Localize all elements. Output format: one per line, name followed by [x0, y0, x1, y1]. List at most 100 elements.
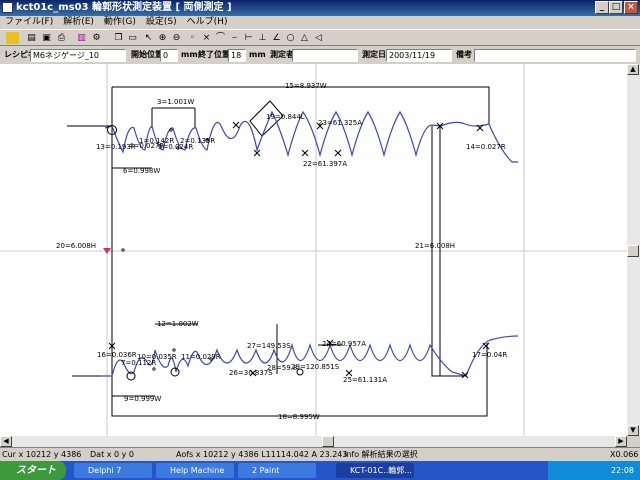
- scroll-left-icon[interactable]: ◀: [0, 436, 12, 447]
- label-3[interactable]: 3=1.001W: [157, 98, 194, 106]
- folder-icon[interactable]: ▤: [25, 32, 38, 44]
- status-info: Info 解析結果の選択: [344, 450, 418, 459]
- angle-icon[interactable]: ∠: [270, 32, 283, 44]
- label-12[interactable]: 12=1.002W: [157, 320, 199, 328]
- point-icon[interactable]: ◦: [186, 32, 199, 44]
- menu-file[interactable]: ファイル(F): [0, 16, 58, 29]
- maximize-button[interactable]: □: [609, 1, 623, 14]
- task-help-machine[interactable]: Help Machine: [156, 463, 234, 478]
- label-29[interactable]: 29=120.851S: [291, 363, 340, 371]
- label-11[interactable]: 11=0.029R: [181, 353, 221, 361]
- copy-icon[interactable]: ❐: [112, 32, 125, 44]
- menu-help[interactable]: ヘルプ(H): [182, 16, 233, 29]
- toolbar: ▤ ▣ ⎙ ▥ ⚙ ❐ ▭ ↖ ⊕ ⊖ ◦ × ⌒ ⌣ ⊢ ⊥ ∠ ○ △ ◁: [0, 29, 640, 46]
- point-e: [172, 348, 176, 352]
- label-9[interactable]: 9=0.999W: [124, 395, 161, 403]
- note-label: 備考: [456, 50, 472, 59]
- print-icon[interactable]: ⎙: [55, 32, 68, 44]
- status-zoom: X0.066: [610, 450, 639, 459]
- valley-icon[interactable]: ⌣: [228, 32, 241, 44]
- operator-field[interactable]: [292, 49, 358, 62]
- circle-icon[interactable]: ○: [284, 32, 297, 44]
- label-26[interactable]: 26=30.837S: [229, 369, 273, 377]
- status-cur: Cur x 10212 y 4386: [2, 450, 82, 459]
- vertical-scrollbar[interactable]: ▲ ▼: [627, 64, 640, 436]
- menu-settings[interactable]: 設定(S): [141, 16, 182, 29]
- label-7[interactable]: 7=0.112R: [121, 359, 156, 367]
- label-24[interactable]: 24=60.957A: [322, 340, 366, 348]
- cross-icon[interactable]: ×: [200, 32, 213, 44]
- cross-marker-5: [334, 149, 342, 157]
- label-18[interactable]: 18=8.995W: [278, 413, 320, 421]
- task-kct01c[interactable]: KCT-01C..輪郭...: [336, 463, 414, 478]
- chart-icon[interactable]: ▥: [75, 32, 88, 44]
- status-dat: Dat x 0 y 0: [90, 450, 135, 459]
- label-17[interactable]: 17=0.04R: [472, 351, 507, 359]
- horizontal-scrollbar[interactable]: ◀ ▶: [0, 436, 627, 447]
- label-19[interactable]: 19=0.844L: [266, 113, 305, 121]
- cross-marker-4: [301, 149, 309, 157]
- start-icon[interactable]: [6, 32, 19, 44]
- back-icon[interactable]: ◁: [312, 32, 325, 44]
- end-field[interactable]: 18: [228, 49, 246, 62]
- label-25[interactable]: 25=61.131A: [343, 376, 387, 384]
- paste-icon[interactable]: ▭: [126, 32, 139, 44]
- height-icon[interactable]: ⊥: [256, 32, 269, 44]
- start-unit: mm: [181, 50, 198, 59]
- zoom-out-icon[interactable]: ⊖: [170, 32, 183, 44]
- save-icon[interactable]: ▣: [40, 32, 53, 44]
- start-button[interactable]: スタート: [0, 461, 66, 480]
- point-a: [121, 248, 125, 252]
- label-21[interactable]: 21=6.008H: [415, 242, 455, 250]
- label-5[interactable]: 5=0.024R: [158, 143, 193, 151]
- task-delphi[interactable]: Delphi 7: [74, 463, 152, 478]
- scroll-right-icon[interactable]: ▶: [615, 436, 627, 447]
- cross-marker-1: [232, 121, 240, 129]
- scroll-thumb-v[interactable]: [627, 245, 639, 257]
- scroll-thumb-h[interactable]: [322, 436, 334, 447]
- point-b: [169, 128, 173, 132]
- label-23[interactable]: 23=61.325A: [318, 119, 362, 127]
- width-icon[interactable]: ⊢: [242, 32, 255, 44]
- label-22[interactable]: 22=61.397A: [303, 160, 347, 168]
- menu-operation[interactable]: 動作(G): [99, 16, 141, 29]
- end-unit: mm: [249, 50, 266, 59]
- arc-icon[interactable]: ⌒: [214, 32, 227, 44]
- label-27[interactable]: 27=149.53S: [247, 342, 291, 350]
- operator-label: 測定者: [270, 50, 294, 59]
- label-16[interactable]: 16=0.036R: [97, 351, 137, 359]
- cross-marker-13: [482, 342, 490, 350]
- scroll-up-icon[interactable]: ▲: [627, 64, 639, 75]
- system-tray: 22:08: [548, 461, 640, 480]
- label-14[interactable]: 14=0.027R: [466, 143, 506, 151]
- task-paint[interactable]: 2 Paint: [238, 463, 316, 478]
- triangle-icon[interactable]: △: [298, 32, 311, 44]
- end-label: 終了位置: [198, 50, 230, 59]
- recipe-field[interactable]: M6ネジゲージ_10: [30, 49, 126, 62]
- measurement-canvas[interactable]: 15=8.937W 3=1.001W 19=0.844L 23=61.325A …: [0, 64, 627, 436]
- date-field[interactable]: 2003/11/19: [386, 49, 452, 62]
- close-button[interactable]: ×: [624, 1, 638, 14]
- note-field[interactable]: [474, 49, 636, 62]
- taskbar: スタート Delphi 7 Help Machine 2 Paint KCT-0…: [0, 461, 640, 480]
- status-aofs: Aofs x 10212 y 4386 L11114.042 A 23.243: [176, 450, 348, 459]
- point-f: [152, 367, 156, 371]
- status-bar: Cur x 10212 y 4386 Dat x 0 y 0 Aofs x 10…: [0, 447, 640, 461]
- parameter-bar: レシピ名 M6ネジゲージ_10 開始位置 0 mm 終了位置 18 mm 測定者…: [0, 47, 640, 64]
- window-title: kct01c_ms03 輪郭形状測定装置 [ 両側測定 ]: [16, 2, 232, 13]
- label-20[interactable]: 20=6.008H: [56, 242, 96, 250]
- minimize-button[interactable]: _: [595, 1, 609, 14]
- clock: 22:08: [610, 466, 634, 475]
- menu-bar: ファイル(F) 解析(E) 動作(G) 設定(S) ヘルプ(H): [0, 16, 640, 29]
- start-label: 開始位置: [131, 50, 163, 59]
- label-6[interactable]: 6=0.998W: [123, 167, 160, 175]
- scroll-down-icon[interactable]: ▼: [627, 425, 639, 436]
- label-15[interactable]: 15=8.937W: [285, 82, 327, 90]
- zoom-in-icon[interactable]: ⊕: [156, 32, 169, 44]
- date-label: 測定日: [362, 50, 386, 59]
- pointer-icon[interactable]: ↖: [142, 32, 155, 44]
- title-bar: kct01c_ms03 輪郭形状測定装置 [ 両側測定 ] _ □ ×: [0, 0, 640, 16]
- menu-analysis[interactable]: 解析(E): [58, 16, 99, 29]
- settings-icon[interactable]: ⚙: [90, 32, 103, 44]
- start-field[interactable]: 0: [160, 49, 178, 62]
